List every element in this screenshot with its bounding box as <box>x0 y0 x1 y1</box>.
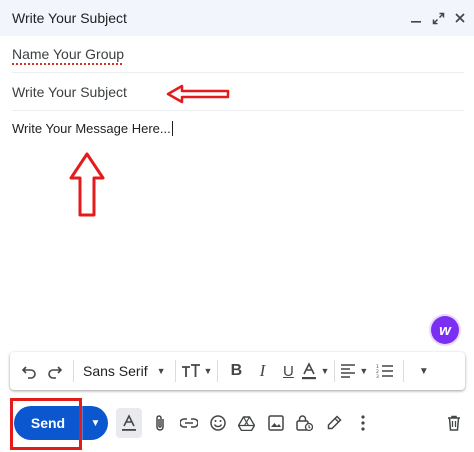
font-family-label: Sans Serif <box>83 363 148 379</box>
compose-title: Write Your Subject <box>12 10 127 26</box>
recipients-value: Name Your Group <box>12 46 125 62</box>
underline-icon[interactable]: U <box>275 357 301 385</box>
bold-icon[interactable]: B <box>223 357 249 385</box>
send-highlight-annotation <box>10 398 82 450</box>
align-button[interactable]: ▼ <box>340 357 368 385</box>
message-text: Write Your Message Here... <box>12 121 171 136</box>
chevron-down-icon: ▼ <box>156 366 166 376</box>
attach-file-icon[interactable] <box>145 408 174 438</box>
toolbar-separator <box>403 360 405 382</box>
chevron-down-icon: ▼ <box>359 366 369 376</box>
emoji-icon[interactable] <box>203 408 232 438</box>
compose-header: Write Your Subject <box>0 0 474 36</box>
schedule-send-chevron-icon[interactable]: ▼ <box>83 406 108 440</box>
text-color-button[interactable]: ▼ <box>301 357 329 385</box>
chevron-down-icon: ▼ <box>203 366 213 376</box>
more-formatting-icon[interactable]: ▼ <box>409 357 435 385</box>
close-icon[interactable] <box>452 10 468 26</box>
undo-icon[interactable] <box>16 357 42 385</box>
redo-icon[interactable] <box>42 357 68 385</box>
minimize-icon[interactable] <box>408 10 424 26</box>
drive-icon[interactable] <box>232 408 261 438</box>
up-arrow-annotation <box>69 152 105 217</box>
toolbar-separator <box>217 360 219 382</box>
toolbar-separator <box>73 360 74 382</box>
left-arrow-annotation <box>166 84 230 104</box>
formatting-toolbar: Sans Serif ▼ ▼ B I U ▼ ▼ 123 ▼ <box>10 352 465 390</box>
window-controls <box>408 0 468 36</box>
insert-photo-icon[interactable] <box>261 408 290 438</box>
discard-draft-icon[interactable] <box>442 408 466 438</box>
font-family-select[interactable]: Sans Serif ▼ <box>79 357 170 385</box>
compose-tools <box>116 408 377 438</box>
message-body[interactable]: Write Your Message Here... <box>12 113 464 348</box>
toolbar-separator <box>334 360 336 382</box>
font-size-button[interactable]: ▼ <box>181 357 213 385</box>
italic-icon[interactable]: I <box>249 357 275 385</box>
subject-field[interactable]: Write Your Subject <box>12 74 464 111</box>
svg-text:3: 3 <box>376 374 379 378</box>
recipients-field[interactable]: Name Your Group <box>12 36 464 73</box>
subject-value: Write Your Subject <box>12 84 127 100</box>
confidential-mode-icon[interactable] <box>290 408 319 438</box>
more-options-icon[interactable] <box>348 408 377 438</box>
signature-pen-icon[interactable] <box>319 408 348 438</box>
toolbar-separator <box>174 360 176 382</box>
expand-icon[interactable] <box>430 10 446 26</box>
numbered-list-icon[interactable]: 123 <box>372 357 398 385</box>
chevron-down-icon: ▼ <box>320 366 330 376</box>
formatting-options-icon[interactable] <box>116 408 142 438</box>
text-caret <box>171 121 173 136</box>
insert-link-icon[interactable] <box>174 408 203 438</box>
extension-avatar[interactable]: w <box>431 316 459 344</box>
